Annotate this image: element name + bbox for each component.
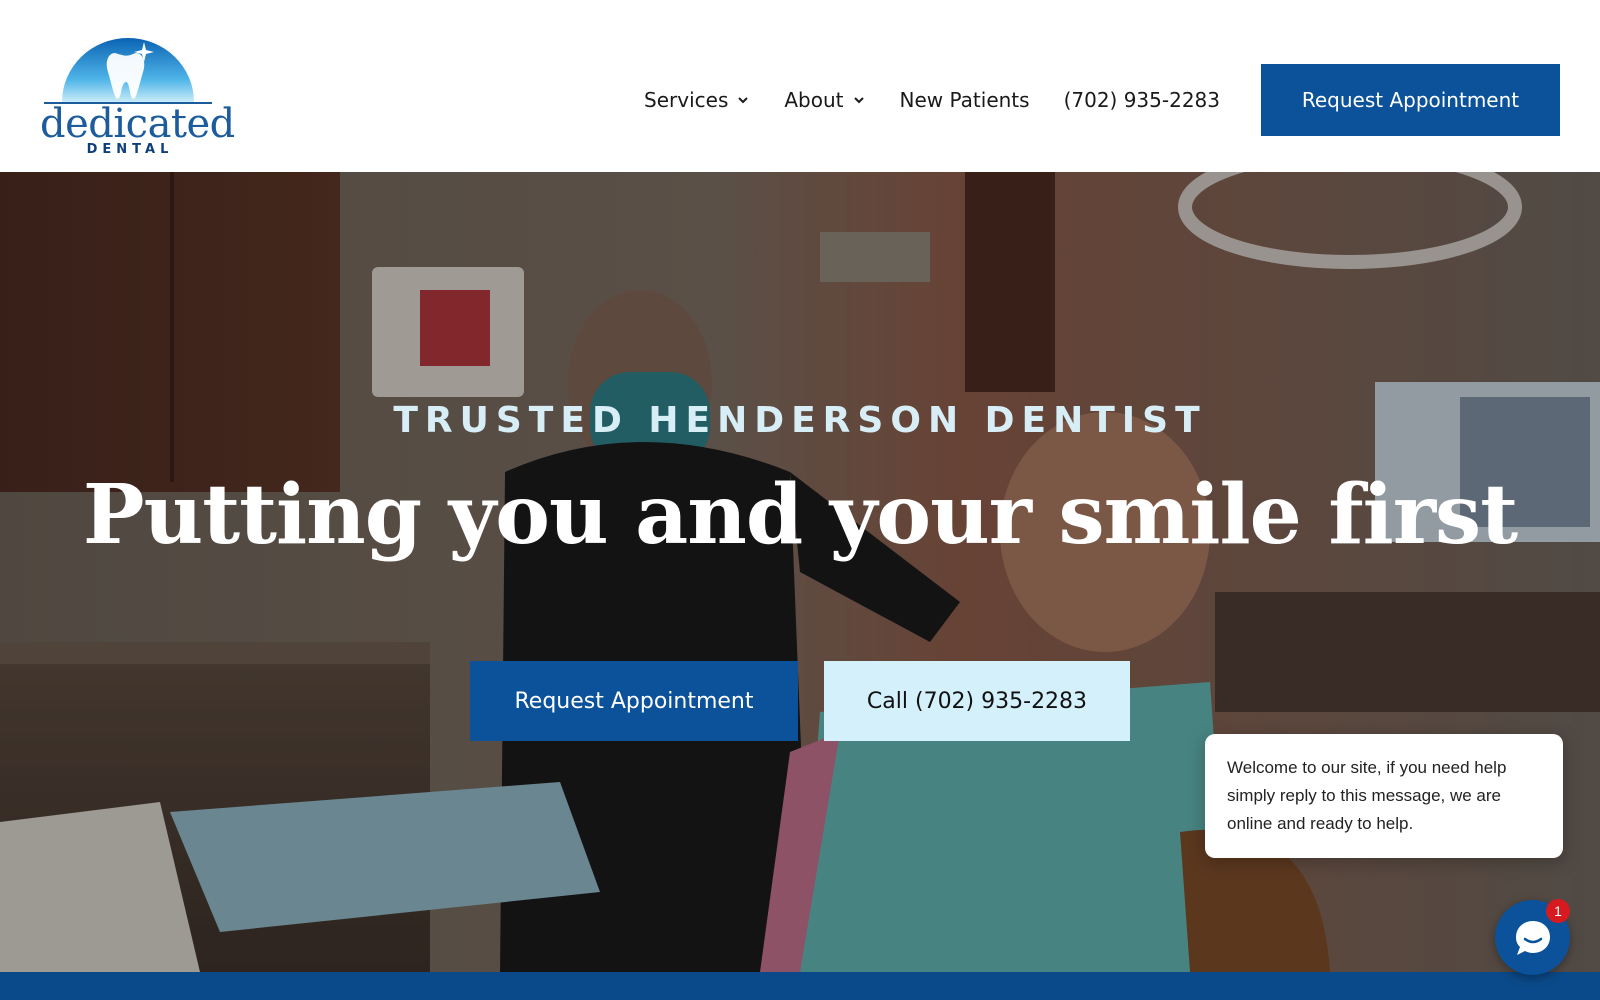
- chevron-down-icon: [853, 97, 864, 104]
- nav-item-about[interactable]: About: [784, 88, 865, 112]
- nav-item-services[interactable]: Services: [644, 88, 750, 112]
- hero-call-button[interactable]: Call (702) 935-2283: [824, 661, 1130, 741]
- chat-welcome-message[interactable]: Welcome to our site, if you need help si…: [1205, 734, 1563, 858]
- chat-message-text: Welcome to our site, if you need help si…: [1227, 758, 1507, 833]
- nav-item-label: (702) 935-2283: [1063, 88, 1220, 112]
- hero-headline: Putting you and your smile first: [82, 467, 1518, 563]
- logo-subtitle: DENTAL: [86, 142, 174, 157]
- site-header: dedicated DENTAL Services About New Pati…: [0, 0, 1600, 172]
- chat-bubble-icon: [1516, 921, 1550, 955]
- request-appointment-button[interactable]: Request Appointment: [1261, 64, 1560, 136]
- chevron-down-icon: [738, 97, 749, 104]
- nav-item-phone[interactable]: (702) 935-2283: [1064, 88, 1220, 112]
- hero-request-appointment-button[interactable]: Request Appointment: [470, 661, 798, 741]
- nav-item-label: About: [784, 88, 844, 112]
- hero-eyebrow: TRUSTED HENDERSON DENTIST: [393, 400, 1207, 441]
- bottom-section-strip: [0, 972, 1600, 1000]
- nav-item-new-patients[interactable]: New Patients: [900, 88, 1030, 112]
- nav-item-label: Services: [644, 88, 729, 112]
- main-nav: Services About New Patients (702) 935-22…: [644, 80, 1220, 120]
- chat-unread-badge: 1: [1546, 899, 1570, 923]
- logo[interactable]: dedicated DENTAL: [40, 20, 235, 158]
- nav-item-label: New Patients: [899, 88, 1030, 112]
- logo-wordmark: dedicated: [40, 101, 235, 147]
